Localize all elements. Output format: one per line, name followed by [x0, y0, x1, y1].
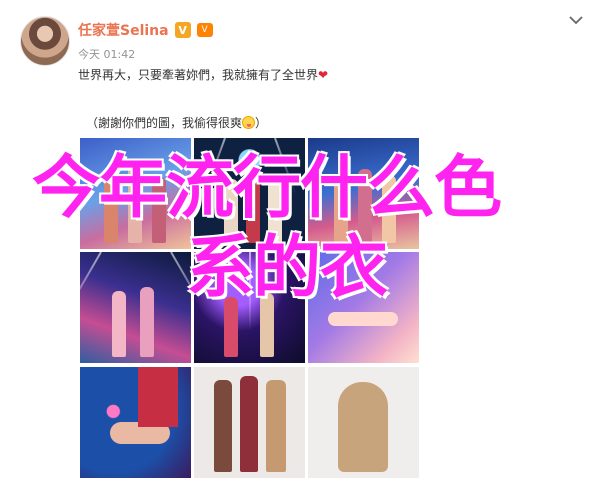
post-timestamp[interactable]: 今天 01:42 — [78, 46, 135, 62]
photo-thumbnail-9[interactable] — [308, 367, 419, 478]
post-text-line2: （謝謝你們的圖，我偷得很爽 — [86, 116, 243, 130]
user-name-link[interactable]: 任家萱Selina — [78, 20, 169, 40]
post-text-line1: 世界再大，只要牽著妳們，我就擁有了全世界 — [78, 68, 319, 82]
vip-badge-icon[interactable]: V — [196, 23, 213, 37]
heart-icon: ❤ — [318, 68, 329, 82]
photo-thumbnail-8[interactable] — [194, 367, 305, 478]
user-name-row: 任家萱Selina V V — [78, 20, 213, 40]
post-text-line2-end: ） — [255, 116, 268, 130]
post-body: 世界再大，只要牽著妳們，我就擁有了全世界❤ （謝謝你們的圖，我偷得很爽 ） — [78, 66, 329, 130]
verified-badge-icon[interactable]: V — [174, 22, 191, 38]
photo-thumbnail-4[interactable] — [80, 252, 191, 363]
photo-thumbnail-7[interactable] — [80, 367, 191, 478]
overlay-headline-line2: 系的衣 — [186, 229, 388, 308]
chevron-down-icon[interactable] — [566, 10, 586, 30]
tongue-out-emoji-icon — [242, 116, 256, 129]
user-avatar[interactable] — [20, 16, 70, 66]
overlay-headline-line1: 今年流行什么色 — [32, 149, 502, 228]
